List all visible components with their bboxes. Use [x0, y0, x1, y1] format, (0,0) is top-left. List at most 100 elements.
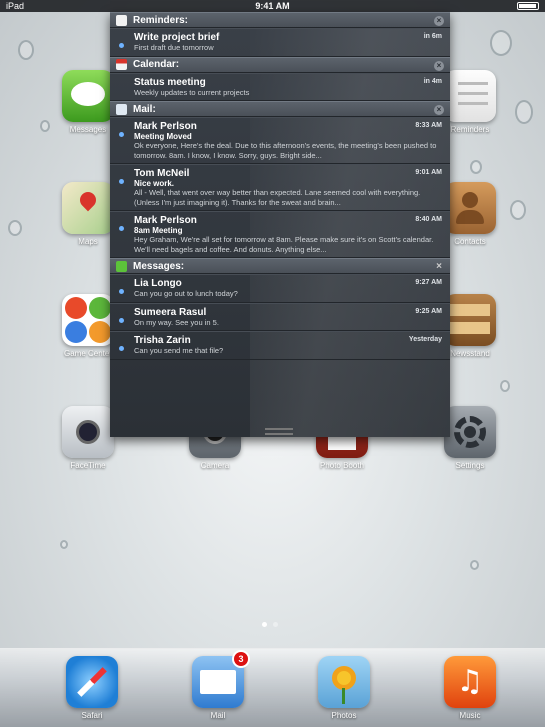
- status-bar: iPad 9:41 AM: [0, 0, 545, 12]
- notification-body: Weekly updates to current projects: [134, 87, 250, 97]
- calendar-icon: [116, 59, 127, 70]
- mail-time: 8:33 AM: [415, 122, 442, 129]
- reminders-icon: [116, 14, 127, 26]
- section-title: Mail:: [133, 103, 156, 115]
- close-icon[interactable]: ×: [434, 60, 444, 71]
- app-label: Photos: [331, 711, 357, 720]
- app-facetime[interactable]: FaceTime: [58, 406, 118, 470]
- safari-icon: [66, 656, 118, 708]
- notification-body: First draft due tomorrow: [134, 43, 214, 52]
- notification-title: Write project brief: [134, 32, 220, 43]
- reminders-icon: [444, 70, 496, 122]
- photos-icon: [318, 656, 370, 708]
- app-maps[interactable]: Maps: [58, 182, 118, 246]
- notification-title: Status meeting: [134, 76, 206, 88]
- app-label: Photo Booth: [319, 461, 365, 470]
- message-preview: Can you go out to lunch today?: [134, 289, 238, 298]
- message-row[interactable]: Trisha Zarin Can you send me that file? …: [110, 331, 450, 360]
- dock-app-mail[interactable]: 3 Mail: [188, 650, 250, 720]
- mail-preview: Hey Graham, We're all set for tomorrow a…: [134, 235, 434, 254]
- section-header-reminders: Reminders: ×: [110, 12, 450, 28]
- battery-icon: [517, 2, 539, 10]
- section-title: Reminders:: [133, 14, 189, 26]
- facetime-icon: [62, 406, 114, 458]
- message-sender: Sumeera Rasul: [134, 306, 207, 318]
- message-time: 9:25 AM: [415, 307, 442, 315]
- app-label: Maps: [78, 237, 98, 246]
- app-label: Messages: [69, 125, 107, 134]
- mail-subject: Nice work.: [134, 179, 175, 188]
- notification-center[interactable]: Reminders: × Write project brief First d…: [110, 12, 450, 437]
- message-time: Yesterday: [408, 336, 442, 343]
- dock-app-photos[interactable]: Photos: [314, 656, 374, 720]
- water-drop: [515, 100, 533, 124]
- mail-preview: Ok everyone, Here's the deal. Due to thi…: [134, 141, 437, 160]
- water-drop: [8, 220, 22, 236]
- message-preview: On my way. See you in 5.: [134, 317, 219, 327]
- water-drop: [18, 40, 34, 60]
- mail-subject: Meeting Moved: [134, 132, 192, 141]
- message-row[interactable]: Lia Longo Can you go out to lunch today?…: [110, 274, 450, 303]
- mail-subject: 8am Meeting: [134, 226, 183, 235]
- dock-app-safari[interactable]: Safari: [62, 656, 122, 720]
- mail-time: 9:01 AM: [415, 169, 442, 176]
- app-label: Music: [459, 711, 481, 720]
- app-label: Camera: [200, 461, 230, 470]
- mail-row[interactable]: Mark Perlson Meeting Moved Ok everyone, …: [110, 117, 450, 164]
- section-header-calendar: Calendar: ×: [110, 56, 450, 73]
- section-header-mail: Mail: ×: [110, 101, 450, 117]
- messages-icon: [116, 260, 127, 272]
- unread-dot: [119, 179, 124, 184]
- mail-time: 8:40 AM: [415, 216, 442, 223]
- water-drop: [490, 30, 512, 56]
- mail-row[interactable]: Tom McNeil Nice work. All - Well, that w…: [110, 164, 450, 211]
- music-icon: ♫: [444, 656, 496, 708]
- unread-dot: [119, 43, 124, 48]
- app-label: Mail: [210, 711, 226, 720]
- close-icon[interactable]: ×: [434, 16, 444, 26]
- notification-row[interactable]: Status meeting Weekly updates to current…: [110, 72, 450, 101]
- water-drop: [470, 160, 482, 174]
- mail-sender: Tom McNeil: [134, 168, 190, 179]
- message-row[interactable]: Sumeera Rasul On my way. See you in 5. 9…: [110, 302, 450, 331]
- maps-icon: [62, 182, 114, 234]
- app-game-center[interactable]: Game Center: [58, 294, 118, 358]
- page-dot-active: [262, 622, 267, 627]
- unread-dot: [119, 317, 124, 323]
- water-drop: [40, 120, 50, 132]
- water-drop: [60, 540, 68, 549]
- notification-time: in 6m: [423, 33, 442, 40]
- mail-icon: [116, 103, 127, 115]
- mail-icon: 3: [192, 650, 250, 708]
- mail-sender: Mark Perlson: [134, 121, 197, 132]
- app-label: FaceTime: [70, 461, 106, 470]
- notification-row[interactable]: Write project brief First draft due tomo…: [110, 28, 450, 57]
- mail-preview: All - Well, that went over way better th…: [134, 188, 421, 207]
- newsstand-icon: [444, 294, 496, 346]
- mail-sender: Mark Perlson: [134, 215, 197, 226]
- app-label: Settings: [455, 461, 485, 470]
- unread-dot: [119, 346, 124, 351]
- water-drop: [500, 380, 510, 392]
- unread-dot: [119, 226, 124, 231]
- app-messages[interactable]: Messages: [58, 70, 118, 134]
- mail-row[interactable]: Mark Perlson 8am Meeting Hey Graham, We'…: [110, 211, 450, 258]
- close-icon[interactable]: ×: [434, 105, 444, 115]
- message-sender: Lia Longo: [134, 278, 182, 289]
- unread-dot: [119, 289, 124, 294]
- close-icon[interactable]: ×: [434, 262, 444, 272]
- dock-app-music[interactable]: ♫ Music: [440, 656, 500, 720]
- unread-dot: [119, 132, 124, 137]
- section-title: Messages:: [133, 260, 185, 272]
- app-label: Safari: [81, 711, 103, 720]
- section-header-messages: Messages: ×: [110, 258, 450, 274]
- status-time: 9:41 AM: [255, 1, 290, 11]
- contacts-icon: [444, 182, 496, 234]
- game-center-icon: [62, 294, 114, 346]
- messages-icon: [62, 70, 114, 122]
- notification-time: in 4m: [423, 77, 442, 85]
- app-label: Game Center: [63, 349, 113, 358]
- pull-handle[interactable]: [265, 428, 293, 435]
- water-drop: [510, 200, 526, 220]
- page-indicator[interactable]: [262, 622, 278, 627]
